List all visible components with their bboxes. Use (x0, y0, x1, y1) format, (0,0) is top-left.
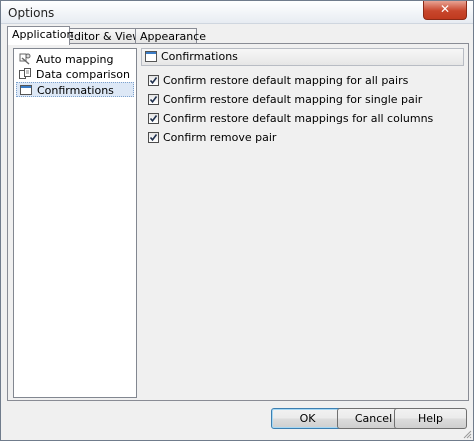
ok-button-label: OK (299, 412, 316, 425)
window-title: Options (8, 6, 55, 20)
checkbox[interactable] (148, 94, 159, 105)
tab-label: Appearance (140, 30, 207, 43)
option-label: Confirm restore default mapping for sing… (163, 93, 423, 106)
section-title: Confirmations (161, 50, 238, 63)
category-tree[interactable]: Auto mapping Data comparison Confirmatio… (13, 48, 137, 398)
resize-grip-icon[interactable] (462, 429, 472, 439)
help-button-label: Help (417, 412, 444, 425)
tree-item-label: Auto mapping (36, 53, 114, 66)
option-label: Confirm restore default mapping for all … (163, 74, 409, 87)
tree-item-label: Confirmations (37, 84, 114, 97)
section-header: Confirmations (141, 48, 464, 66)
tab-label: Application (12, 28, 74, 41)
tree-item-data-comparison[interactable]: Data comparison (16, 67, 134, 82)
option-label: Confirm remove pair (163, 131, 277, 144)
option-label: Confirm restore default mappings for all… (163, 112, 434, 125)
window-icon (145, 51, 157, 62)
title-bar[interactable]: Options ✕ (1, 1, 473, 24)
close-icon: ✕ (439, 2, 451, 16)
confirmations-page: Confirmations Confirm restore default ma… (141, 48, 464, 398)
tab-appearance[interactable]: Appearance (135, 28, 206, 44)
checkbox[interactable] (148, 113, 159, 124)
data-comparison-icon (19, 68, 31, 79)
tab-application[interactable]: Application (7, 26, 74, 45)
tab-editor-viewers[interactable]: Editor & Viewers (62, 28, 158, 44)
tree-item-auto-mapping[interactable]: Auto mapping (16, 52, 134, 67)
ok-button[interactable]: OK (271, 408, 344, 429)
checkbox[interactable] (148, 75, 159, 86)
close-button[interactable]: ✕ (423, 1, 467, 20)
auto-mapping-icon (19, 53, 31, 65)
application-tab-panel: Auto mapping Data comparison Confirmatio… (7, 43, 469, 401)
cancel-button-label: Cancel (354, 412, 393, 425)
options-dialog: Options ✕ Application Editor & Viewers A… (0, 0, 474, 441)
confirmations-icon (20, 85, 32, 95)
tree-item-label: Data comparison (36, 68, 130, 81)
tree-item-confirmations[interactable]: Confirmations (16, 82, 134, 97)
checkbox[interactable] (148, 132, 159, 143)
help-button[interactable]: Help (394, 408, 467, 429)
